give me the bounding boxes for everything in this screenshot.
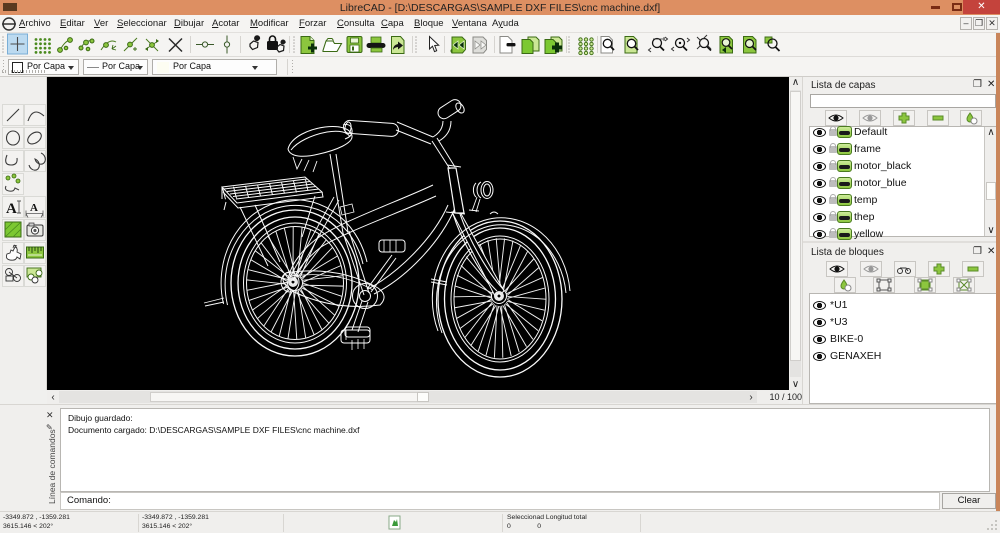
- svg-text:A: A: [6, 201, 17, 217]
- svg-text:A: A: [30, 202, 38, 214]
